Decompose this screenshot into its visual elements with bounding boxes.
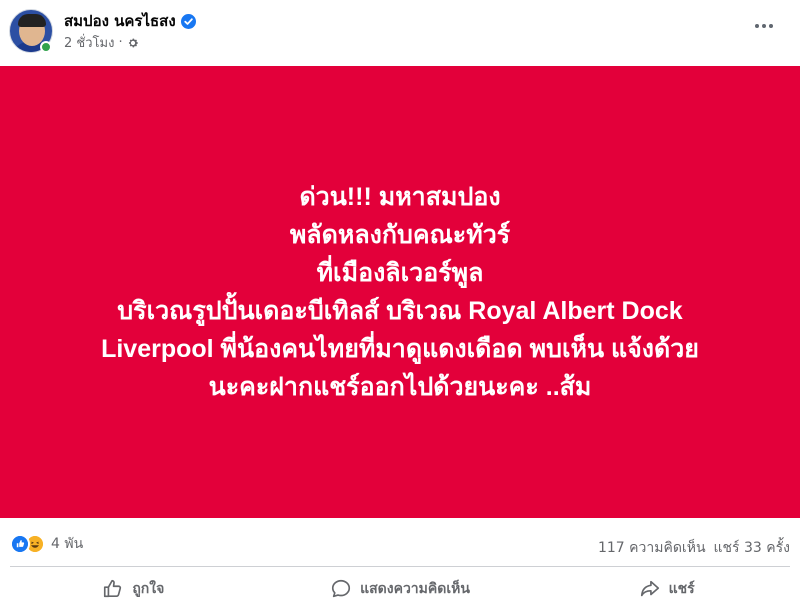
action-bar: ถูกใจ แสดงความคิดเห็น แชร์ <box>0 569 800 609</box>
more-dot-icon <box>755 24 759 28</box>
like-icon <box>10 534 30 554</box>
post-line: Liverpool พี่น้องคนไทยที่มาดูแดงเดือด พบ… <box>101 335 699 363</box>
thumbs-up-icon <box>104 579 122 598</box>
post-text-card[interactable]: ด่วน!!! มหาสมปอง พลัดหลงกับคณะทัวร์ ที่เ… <box>0 66 800 518</box>
reactions-summary[interactable]: 4 พัน <box>10 533 83 555</box>
avatar-hair <box>18 14 46 27</box>
like-button[interactable]: ถูกใจ <box>0 569 267 609</box>
online-status-dot <box>40 41 52 53</box>
more-options-button[interactable] <box>750 14 778 38</box>
share-label: แชร์ <box>668 581 695 597</box>
share-button[interactable]: แชร์ <box>533 569 800 609</box>
meta-separator: · <box>118 35 123 50</box>
author-name-text[interactable]: สมปอง นครไธสง <box>64 9 176 33</box>
post-time[interactable]: 2 ชั่วโมง <box>64 32 114 53</box>
share-count[interactable]: แชร์ 33 ครั้ง <box>714 537 790 559</box>
more-dot-icon <box>762 24 766 28</box>
post-header: สมปอง นครไธสง 2 ชั่วโมง · <box>0 0 800 66</box>
like-label: ถูกใจ <box>132 581 165 597</box>
post-stats: 4 พัน 117 ความคิดเห็น แชร์ 33 ครั้ง <box>0 528 800 562</box>
stats-divider <box>10 566 790 567</box>
verified-badge-icon <box>180 13 196 29</box>
engagement-counts: 117 ความคิดเห็น แชร์ 33 ครั้ง <box>598 537 790 559</box>
gear-icon[interactable] <box>127 37 139 49</box>
comment-count[interactable]: 117 ความคิดเห็น <box>598 537 706 559</box>
comment-bubble-icon <box>332 579 351 598</box>
post-line: พลัดหลงกับคณะทัวร์ <box>289 221 511 249</box>
more-dot-icon <box>769 24 773 28</box>
post-line: ที่เมืองลิเวอร์พูล <box>316 259 484 287</box>
author-name[interactable]: สมปอง นครไธสง <box>64 9 196 33</box>
reaction-count[interactable]: 4 พัน <box>51 533 83 555</box>
post-line: บริเวณรูปปั้นเดอะบีเทิลส์ บริเวณ Royal A… <box>117 297 683 325</box>
share-arrow-icon <box>640 580 659 597</box>
post-line: นะคะฝากแชร์ออกไปด้วยนะคะ ..ส้ม <box>208 373 592 401</box>
comment-button[interactable]: แสดงความคิดเห็น <box>267 569 534 609</box>
post-line: ด่วน!!! มหาสมปอง <box>299 183 501 211</box>
post-text: ด่วน!!! มหาสมปอง พลัดหลงกับคณะทัวร์ ที่เ… <box>20 178 780 406</box>
post-meta: 2 ชั่วโมง · <box>64 32 139 53</box>
comment-label: แสดงความคิดเห็น <box>360 581 470 597</box>
